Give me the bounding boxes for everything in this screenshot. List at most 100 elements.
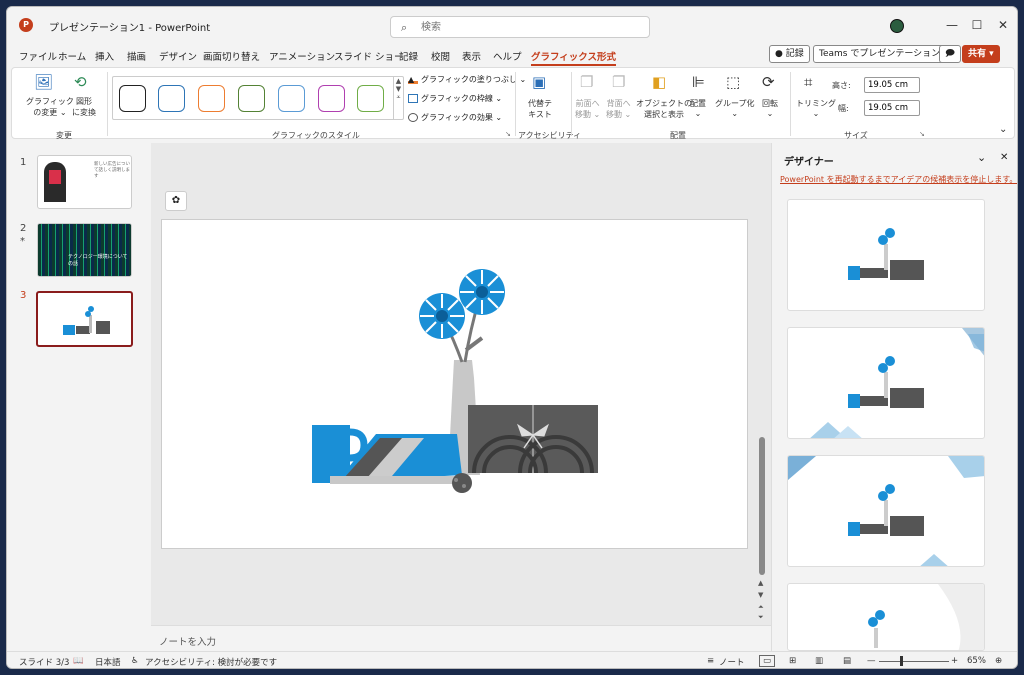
tab-view[interactable]: 表示 <box>462 49 481 63</box>
alt-text-button[interactable]: 代替テ キスト <box>528 98 552 120</box>
stop-suggestions-link[interactable]: PowerPoint を再起動するまでアイデアの候補表示を停止します。 <box>780 174 1017 185</box>
change-graphic-icon[interactable]: 🖼 <box>34 73 53 91</box>
style-swatch[interactable] <box>238 85 265 112</box>
next-slide-icon[interactable]: ⏷ <box>758 613 764 622</box>
design-idea-3[interactable] <box>787 455 985 567</box>
user-avatar[interactable] <box>890 19 904 33</box>
tab-transitions[interactable]: 画面切り替え <box>203 49 260 63</box>
notes-icon[interactable]: ≡ <box>707 656 714 666</box>
selection-pane-label-1: オブジェクトの <box>636 99 692 108</box>
tab-review[interactable]: 校閲 <box>431 49 450 63</box>
slideshow-view-icon[interactable]: ▤ <box>843 656 851 666</box>
group-button[interactable]: グループ化 ⌄ <box>715 98 755 118</box>
tab-insert[interactable]: 挿入 <box>95 49 114 63</box>
current-slide[interactable] <box>161 219 748 549</box>
zoom-slider-handle[interactable] <box>900 656 903 666</box>
accessibility-icon[interactable]: ♿ <box>131 656 139 666</box>
spellcheck-icon[interactable]: 📖 <box>73 656 84 666</box>
minimize-button[interactable]: — <box>940 15 964 35</box>
chevron-down-icon[interactable]: ⌄ <box>977 151 986 164</box>
graphic-effects-button[interactable]: グラフィックの効果 ⌄ <box>408 112 502 123</box>
collapse-ribbon-icon[interactable]: ⌄ <box>999 124 1007 135</box>
zoom-level[interactable]: 65% <box>967 656 986 666</box>
tab-draw[interactable]: 描画 <box>127 49 146 63</box>
zoom-in-button[interactable]: + <box>951 656 958 666</box>
scrollbar-thumb[interactable] <box>759 437 765 575</box>
graphic-fill-button[interactable]: ▲ グラフィックの塗りつぶし ⌄ <box>408 74 526 85</box>
slide-sorter-icon[interactable]: ⊞ <box>789 656 796 666</box>
share-button[interactable]: 共有 ▾ <box>962 45 1000 63</box>
style-swatch[interactable] <box>158 85 185 112</box>
slide-thumbnail-3[interactable] <box>36 291 133 347</box>
still-life-illustration[interactable] <box>162 220 749 550</box>
close-pane-button[interactable]: ✕ <box>1000 152 1008 163</box>
align-icon[interactable]: ⊫ <box>692 73 705 91</box>
normal-view-icon[interactable]: ▭ <box>759 655 776 667</box>
accessibility-status[interactable]: アクセシビリティ: 検討が必要です <box>145 656 277 668</box>
bring-forward-button: 前面へ 移動 ⌄ <box>575 98 600 120</box>
chevron-down-icon[interactable]: ▼ <box>394 85 403 93</box>
crop-icon[interactable]: ⌗ <box>804 73 812 91</box>
search-box[interactable]: ⌕ <box>390 16 650 38</box>
record-button[interactable]: ● 記録 <box>769 45 810 63</box>
search-input[interactable] <box>421 20 631 34</box>
change-graphic-button[interactable]: グラフィック の変更 ⌄ <box>26 96 74 118</box>
width-field[interactable] <box>864 100 920 116</box>
selection-pane-icon[interactable]: ◧ <box>652 73 666 91</box>
tab-home[interactable]: ホーム <box>58 49 86 63</box>
design-idea-4[interactable] <box>787 583 985 651</box>
designer-icon[interactable]: ✿ <box>165 191 187 211</box>
align-button[interactable]: 配置 ⌄ <box>690 98 706 118</box>
rotate-label: 回転 <box>762 99 778 108</box>
zoom-slider-track[interactable] <box>879 661 949 662</box>
vertical-scrollbar[interactable]: ▲ ▼ ⏶ ⏷ <box>757 143 767 625</box>
rotate-button[interactable]: 回転 ⌄ <box>762 98 778 118</box>
styles-launcher-icon[interactable]: ↘ <box>505 130 511 138</box>
previous-slide-icon[interactable]: ⏶ <box>758 603 764 612</box>
slide-thumbnail-1[interactable]: 新しい広告について話しく説明します <box>37 155 132 209</box>
tab-animations[interactable]: アニメーション <box>269 49 335 63</box>
style-swatch[interactable] <box>119 85 146 112</box>
notes-button[interactable]: ノート <box>719 656 745 668</box>
zoom-out-button[interactable]: — <box>867 656 876 666</box>
fit-to-window-icon[interactable]: ⊕ <box>995 656 1002 666</box>
notes-pane[interactable]: ノートを入力 <box>151 625 771 651</box>
style-swatch[interactable] <box>357 85 384 112</box>
alt-text-icon[interactable]: ▣ <box>532 73 546 91</box>
group-icon[interactable]: ⬚ <box>726 73 740 91</box>
design-idea-2[interactable] <box>787 327 985 439</box>
maximize-button[interactable]: ☐ <box>965 15 989 35</box>
gallery-scroll[interactable]: ▲ ▼ ⩡ <box>393 77 403 119</box>
scroll-up-icon[interactable]: ▲ <box>758 579 763 587</box>
crop-button[interactable]: トリミング ⌄ <box>796 98 836 118</box>
slide-thumbnail-2[interactable]: テクノロジー環境についての話 <box>37 223 132 277</box>
convert-to-shape-button[interactable]: 図形 に変換 <box>72 96 96 118</box>
close-window-button[interactable]: ✕ <box>991 15 1015 35</box>
tab-file[interactable]: ファイル <box>19 49 57 63</box>
tab-slideshow[interactable]: スライド ショー <box>334 49 404 63</box>
selection-pane-button[interactable]: オブジェクトの 選択と表示 <box>636 98 692 120</box>
tab-help[interactable]: ヘルプ <box>493 49 522 63</box>
notes-placeholder[interactable]: ノートを入力 <box>159 634 216 648</box>
design-idea-1[interactable] <box>787 199 985 311</box>
ribbon: 🖼 グラフィック の変更 ⌄ ⟲ 図形 に変換 変更 ▲ ▼ ⩡ ▲ グラフィッ… <box>11 67 1015 140</box>
comments-button[interactable]: 🗩 <box>939 45 961 63</box>
teams-present-button[interactable]: Teams でプレゼンテーション <box>813 45 947 63</box>
scroll-down-icon[interactable]: ▼ <box>758 591 763 599</box>
chevron-up-icon[interactable]: ▲ <box>394 77 403 85</box>
tab-design[interactable]: デザイン <box>159 49 197 63</box>
height-field[interactable] <box>864 77 920 93</box>
size-launcher-icon[interactable]: ↘ <box>919 130 925 138</box>
tab-record[interactable]: 記録 <box>399 49 418 63</box>
more-styles-icon[interactable]: ⩡ <box>394 93 403 102</box>
style-swatch[interactable] <box>198 85 225 112</box>
graphic-outline-button[interactable]: グラフィックの枠線 ⌄ <box>408 93 502 104</box>
tab-graphics-format[interactable]: グラフィックス形式 <box>531 49 617 66</box>
language-indicator[interactable]: 日本語 <box>95 656 121 668</box>
style-swatch[interactable] <box>278 85 305 112</box>
reading-view-icon[interactable]: ▥ <box>815 656 823 666</box>
outline-label: グラフィックの枠線 ⌄ <box>421 94 503 103</box>
convert-to-shape-icon[interactable]: ⟲ <box>74 73 87 91</box>
rotate-icon[interactable]: ⟳ <box>762 73 775 91</box>
style-swatch[interactable] <box>318 85 345 112</box>
